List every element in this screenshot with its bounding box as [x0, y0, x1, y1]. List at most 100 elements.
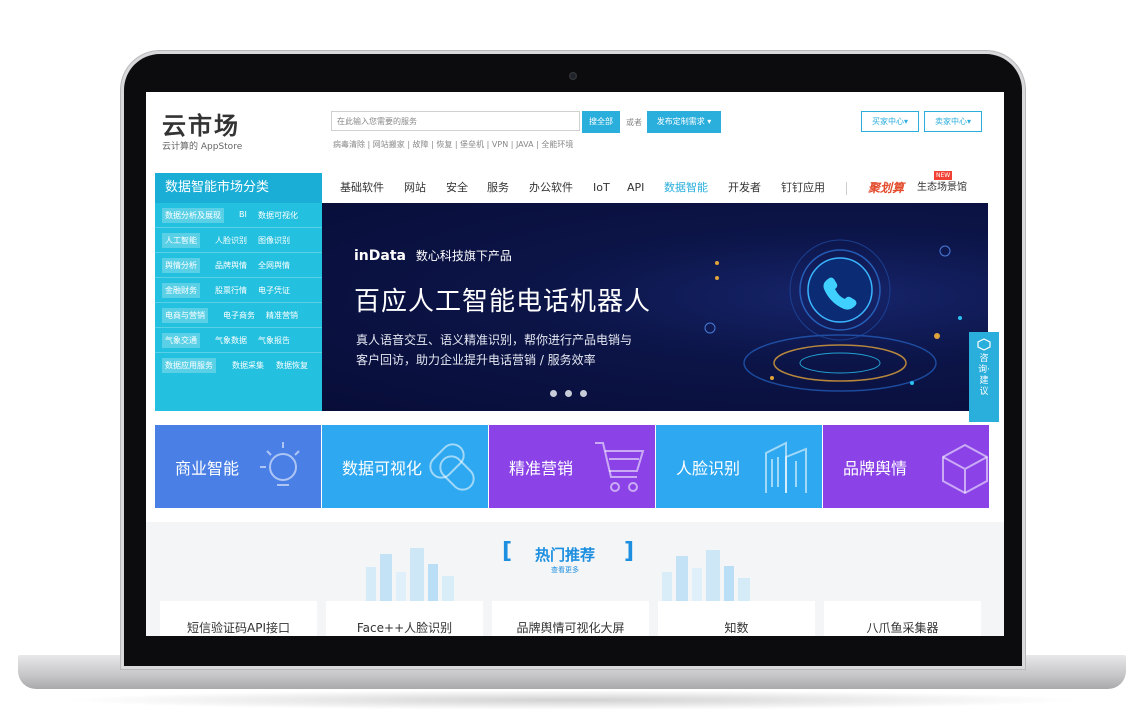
category-tile-商业智能[interactable]: 商业智能	[155, 425, 321, 508]
or-label: 或者	[626, 118, 642, 127]
sidebar-tag[interactable]: 金融财务	[162, 283, 200, 298]
carousel-dot[interactable]	[565, 390, 572, 397]
sidebar-link[interactable]: BI	[239, 210, 247, 219]
category-tile-人脸识别[interactable]: 人脸识别	[656, 425, 822, 508]
sidebar-link[interactable]: 电子凭证	[258, 285, 290, 296]
product-card-品牌舆情可视化大屏[interactable]: 品牌舆情可视化大屏	[492, 601, 649, 636]
sidebar-link[interactable]: 股票行情	[215, 285, 247, 296]
sidebar-title: 数据智能市场分类	[155, 173, 322, 203]
nav-item[interactable]: IoT	[593, 173, 610, 203]
banner-title: 百应人工智能电话机器人	[354, 287, 652, 317]
seller-center-button[interactable]: 卖家中心▾	[924, 111, 982, 132]
sidebar-link[interactable]: 图像识别	[258, 235, 290, 246]
sidebar-link[interactable]: 数据采集	[232, 360, 264, 371]
nav-item[interactable]: 安全	[446, 173, 468, 203]
cube-icon	[942, 443, 988, 495]
nav-item[interactable]: 网站	[404, 173, 426, 203]
sidebar-row: 舆情分析 品牌舆情 全网舆情	[155, 253, 322, 278]
nav-item[interactable]: API	[627, 173, 644, 203]
search-input[interactable]: 在此输入您需要的服务	[331, 111, 580, 131]
nav-item[interactable]: 开发者	[728, 173, 761, 203]
carousel-dots	[550, 382, 595, 401]
search-all-button[interactable]: 搜全部	[582, 111, 620, 133]
hot-keywords[interactable]: 病毒清除 | 网站搬家 | 故障 | 恢复 | 堡垒机 | VPN | JAVA…	[333, 139, 573, 150]
card-title: 知数	[724, 621, 749, 635]
city-illustration-right	[662, 550, 750, 602]
tile-label: 精准营销	[509, 459, 574, 478]
sidebar-row: 数据分析及展现 BI 数据可视化	[155, 203, 322, 228]
sidebar-link[interactable]: 精准营销	[266, 310, 298, 321]
indata-logo: inData	[354, 248, 406, 264]
card-title: Face++人脸识别	[356, 621, 453, 635]
city-illustration-left	[366, 548, 454, 602]
sidebar-link[interactable]: 气象报告	[258, 335, 290, 346]
category-tile-数据可视化[interactable]: 数据可视化	[322, 425, 488, 508]
buyer-center-button[interactable]: 买家中心▾	[861, 111, 919, 132]
logo-subtitle: 云计算的 AppStore	[162, 142, 243, 152]
card-title: 八爪鱼采集器	[866, 621, 939, 635]
sidebar-tag[interactable]: 数据分析及展现	[162, 208, 224, 223]
tile-label: 人脸识别	[676, 459, 741, 478]
sidebar-link[interactable]: 数据恢复	[276, 360, 308, 371]
sidebar-tag[interactable]: 电商与营销	[162, 308, 208, 323]
feedback-float-tab[interactable]: 咨询·建议	[969, 332, 999, 422]
laptop-shadow	[60, 690, 1084, 710]
nav-item-active[interactable]: 数据智能	[664, 173, 708, 203]
see-more-link[interactable]: 查看更多	[551, 565, 579, 575]
chat-bubble-icon	[977, 338, 991, 351]
category-nav: 基础软件 网站 安全 服务 办公软件 IoT API 数据智能 开发者 钉钉应用…	[322, 171, 990, 203]
card-title: 品牌舆情可视化大屏	[516, 621, 625, 635]
sidebar-tag[interactable]: 气象交通	[162, 333, 200, 348]
category-tile-精准营销[interactable]: 精准营销	[489, 425, 655, 508]
publish-request-button[interactable]: 发布定制需求 ▾	[647, 111, 721, 133]
bracket-left-icon: [	[502, 539, 513, 564]
product-card-Face++人脸识别[interactable]: Face++人脸识别	[326, 601, 483, 636]
nav-item-ecosystem[interactable]: 生态场景馆	[917, 173, 967, 203]
sidebar-row: 气象交通 气象数据 气象报告	[155, 328, 322, 353]
tile-label: 数据可视化	[342, 459, 423, 478]
logo-title[interactable]: 云市场	[162, 106, 240, 141]
lightbulb-icon	[260, 442, 300, 486]
sidebar-row: 数据应用服务 数据采集 数据恢复	[155, 353, 322, 378]
banner-description: 真人语音交互、语义精准识别，帮你进行产品电销与	[356, 333, 633, 347]
nav-item[interactable]: 服务	[487, 173, 509, 203]
sidebar-link[interactable]: 全网舆情	[258, 260, 290, 271]
category-sidebar: 数据智能市场分类 数据分析及展现 BI 数据可视化 人工智能 人脸识别 图像识别…	[155, 173, 322, 411]
nav-item[interactable]: 钉钉应用	[781, 173, 825, 203]
sidebar-tag[interactable]: 人工智能	[162, 233, 200, 248]
tile-label: 商业智能	[175, 459, 240, 478]
sidebar-tag[interactable]: 舆情分析	[162, 258, 200, 273]
carousel-dot[interactable]	[550, 390, 557, 397]
sidebar-link[interactable]: 人脸识别	[215, 235, 247, 246]
nav-divider	[846, 182, 847, 195]
feedback-label: 咨询·建议	[978, 354, 990, 397]
banner-brand: inData 数心科技旗下产品	[354, 247, 512, 264]
link-chain-icon	[429, 443, 475, 491]
nav-item[interactable]: 办公软件	[529, 173, 573, 203]
category-tiles: 商业智能 数据可视化 精准营销 人脸识别 品牌舆情	[155, 425, 989, 508]
product-card-知数[interactable]: 知数	[658, 601, 815, 636]
category-tile-品牌舆情[interactable]: 品牌舆情	[823, 425, 989, 508]
banner[interactable]: inData 数心科技旗下产品 百应人工智能电话机器人 真人语音交互、语义精准识…	[322, 203, 988, 411]
product-card-八爪鱼采集器[interactable]: 八爪鱼采集器	[824, 601, 981, 636]
sidebar-row: 电商与营销 电子商务 精准营销	[155, 303, 322, 328]
sidebar-row: 人工智能 人脸识别 图像识别	[155, 228, 322, 253]
juhuasuan-logo[interactable]: 聚划算	[868, 179, 904, 196]
sidebar-tag[interactable]: 数据应用服务	[162, 358, 216, 373]
card-title: 短信验证码API接口	[187, 621, 290, 635]
product-card-短信验证码API接口[interactable]: 短信验证码API接口	[160, 601, 317, 636]
sidebar-link[interactable]: 气象数据	[215, 335, 247, 346]
nav-item[interactable]: 基础软件	[340, 173, 384, 203]
building-icon	[765, 441, 807, 493]
screen: 云市场 云计算的 AppStore 在此输入您需要的服务 搜全部 或者 发布定制…	[146, 92, 1004, 636]
sidebar-link[interactable]: 品牌舆情	[215, 260, 247, 271]
sidebar-link[interactable]: 数据可视化	[258, 210, 298, 221]
bracket-right-icon: ]	[624, 539, 635, 564]
section-title: 热门推荐	[535, 546, 596, 564]
banner-description: 客户回访，助力企业提升电话营销 / 服务效率	[356, 353, 596, 367]
sidebar-row: 金融财务 股票行情 电子凭证	[155, 278, 322, 303]
robot-graphic	[704, 239, 962, 392]
carousel-dot[interactable]	[580, 390, 587, 397]
sidebar-link[interactable]: 电子商务	[223, 310, 255, 321]
banner-brand-text: 数心科技旗下产品	[415, 249, 512, 263]
